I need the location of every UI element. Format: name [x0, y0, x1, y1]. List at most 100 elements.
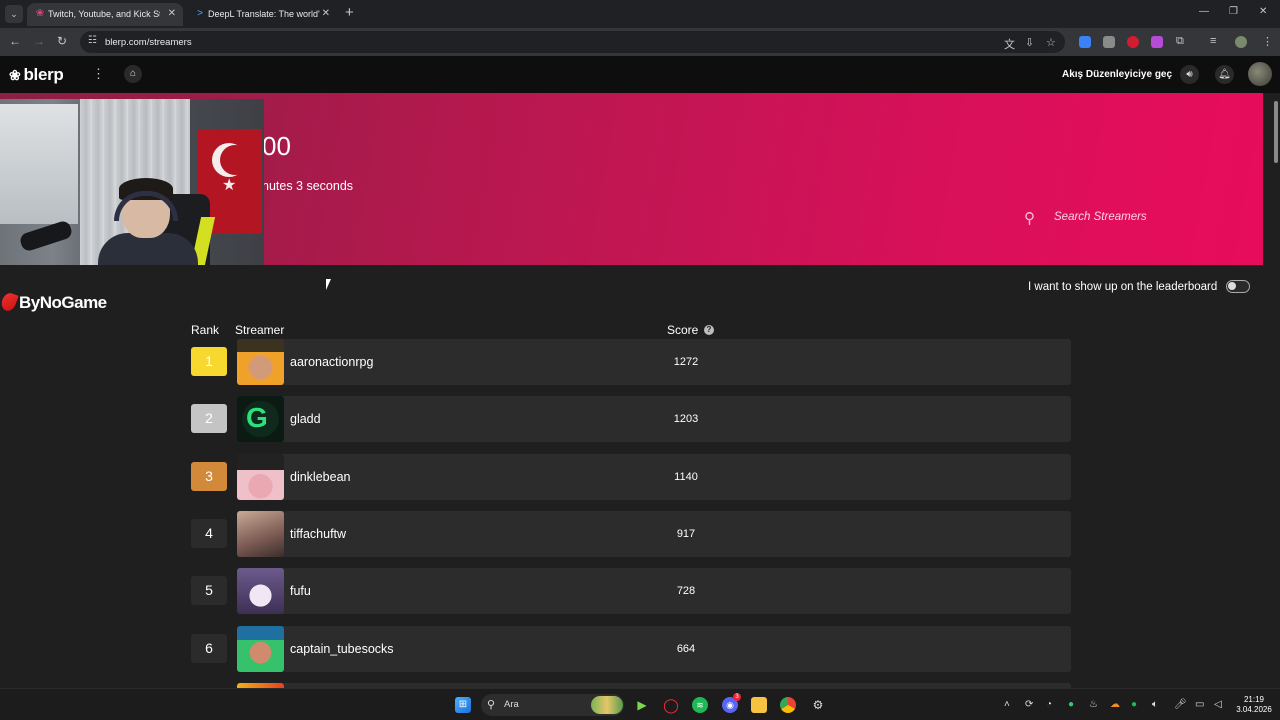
home-icon[interactable]: ⌂ [124, 65, 142, 83]
streamer-name[interactable]: fufu [290, 584, 311, 598]
score-column-header: Score [667, 323, 699, 337]
tray-overflow-icon[interactable]: ˄ [1004, 699, 1010, 710]
file-explorer-icon[interactable] [751, 697, 767, 713]
streamer-name[interactable]: gladd [290, 412, 321, 426]
rank-badge: 1 [191, 347, 227, 376]
tray-status-icon[interactable]: ● [1068, 699, 1074, 710]
score-help-icon[interactable]: ? [704, 325, 714, 335]
steam-helper-icon[interactable]: ⚙ [810, 697, 826, 713]
rank-badge: 3 [191, 462, 227, 491]
window-close-icon[interactable]: ✕ [1259, 6, 1267, 17]
more-menu-icon[interactable]: ⋮ [92, 66, 105, 82]
media-player-icon[interactable]: ▶ [634, 697, 650, 713]
tab-deepl[interactable]: > DeepL Translate: The world's most accu… [187, 3, 337, 26]
taskbar-clock[interactable]: 21:19 3.04.2026 [1232, 695, 1276, 715]
reload-icon[interactable]: ↻ [57, 34, 67, 48]
bynogame-logo: ByNoGame [0, 291, 107, 313]
streamer-score: 1203 [673, 413, 699, 425]
streamer-score: 728 [676, 585, 696, 597]
volume-tray-icon[interactable]: ◁ [1214, 699, 1222, 710]
volume-icon[interactable]: 🔊︎ [1180, 65, 1199, 84]
streamer-score: 664 [676, 643, 696, 655]
extension-3-icon[interactable] [1127, 36, 1139, 48]
bookmark-star-icon[interactable]: ☆ [1046, 36, 1056, 49]
url-text[interactable]: blerp.com/streamers [105, 37, 192, 48]
streamer-avatar [237, 454, 284, 500]
close-icon[interactable]: ✕ [168, 8, 176, 19]
rank-column-header: Rank [191, 323, 220, 337]
close-icon[interactable]: ✕ [322, 8, 330, 19]
site-info-icon[interactable]: ☷ [88, 35, 97, 46]
toggle-knob [1228, 282, 1236, 290]
maximize-icon[interactable]: ❐ [1229, 6, 1238, 17]
streamer-name[interactable]: aaronactionrpg [290, 355, 373, 369]
table-row[interactable]: 1 aaronactionrpg 1272 [191, 339, 1071, 385]
address-bar[interactable]: ☷ blerp.com/streamers 文 ⇩ ☆ [80, 31, 1065, 53]
new-tab-icon[interactable]: + [345, 4, 354, 21]
leaderboard-toggle[interactable] [1226, 280, 1250, 293]
chrome-icon[interactable] [780, 697, 796, 713]
streamer-name[interactable]: tiffachuftw [290, 527, 346, 541]
browser-toolbar: ← → ↻ ☷ blerp.com/streamers 文 ⇩ ☆ ⧉ ≡ ⋮ [0, 28, 1280, 56]
reading-list-icon[interactable]: ≡ [1210, 35, 1216, 47]
rank-badge: 6 [191, 634, 227, 663]
forward-icon[interactable]: → [33, 34, 45, 48]
browser-tab-bar: ⌄ ❀ Twitch, Youtube, and Kick Streamers … [0, 0, 1280, 28]
profile-icon[interactable] [1235, 36, 1247, 48]
clock-time: 21:19 [1243, 695, 1265, 704]
steam-icon[interactable]: ♨ [1089, 699, 1098, 710]
network-icon[interactable]: ▭ [1195, 699, 1204, 710]
tray-spotify-icon[interactable]: ● [1131, 699, 1137, 710]
page-scrollbar[interactable] [1263, 93, 1280, 688]
search-streamers-input[interactable] [1054, 211, 1234, 223]
stream-editor-link[interactable]: Akış Düzenleyiciye geç [1062, 69, 1172, 80]
tab-blerp-streamers[interactable]: ❀ Twitch, Youtube, and Kick Streamers ✕ [27, 3, 183, 26]
deepl-favicon-icon: > [197, 8, 203, 19]
streamer-avatar [237, 339, 284, 385]
back-icon[interactable]: ← [9, 34, 21, 48]
install-icon[interactable]: ⇩ [1025, 36, 1034, 49]
extension-2-icon[interactable] [1103, 36, 1115, 48]
speaker-icon[interactable]: 🔈︎ [1152, 699, 1158, 710]
table-row[interactable]: 5 fufu 728 [191, 568, 1071, 614]
extension-4-icon[interactable] [1151, 36, 1163, 48]
tab-list-icon[interactable]: ⌄ [5, 5, 23, 23]
extensions-icon[interactable]: ⧉ [1176, 35, 1184, 48]
taskbar-search[interactable]: ⚲ Ara [481, 694, 624, 716]
table-row[interactable]: 6 captain_tubesocks 664 [191, 626, 1071, 672]
streamer-name[interactable]: dinklebean [290, 470, 350, 484]
hero-amount: 00 [262, 131, 291, 161]
bynogame-mark-icon [0, 291, 19, 313]
streamer-column-header: Streamer [235, 323, 285, 337]
windows-taskbar: ⊞ ⚲ Ara ▶ ◯ ≋ ◉ 3 ⚙ ˄ ⟳ ◔ ● ♨ ☁ ● 🔈︎ 🎤︎ … [0, 688, 1280, 720]
microphone-icon[interactable]: 🎤︎ [1174, 699, 1187, 710]
streamer-avatar [237, 626, 284, 672]
user-avatar[interactable] [1248, 62, 1272, 86]
tab-title: DeepL Translate: The world's most accura… [208, 9, 320, 19]
spotify-icon[interactable]: ≋ [692, 697, 708, 713]
menu-icon[interactable]: ⋮ [1262, 35, 1273, 48]
opera-gx-icon[interactable]: ◯ [663, 697, 679, 713]
scrollbar-thumb[interactable] [1274, 101, 1278, 163]
start-icon[interactable]: ⊞ [455, 697, 471, 713]
blerp-logo[interactable]: ❀ blerp [9, 65, 64, 85]
extension-1-icon[interactable] [1079, 36, 1091, 48]
streamer-score: 917 [676, 528, 696, 540]
streamer-avatar [237, 511, 284, 557]
table-row[interactable]: 2 G gladd 1203 [191, 396, 1071, 442]
translate-icon[interactable]: 文 [1004, 36, 1015, 52]
site-header: ❀ blerp ⋮ ⌂ Akış Düzenleyiciye geç 🔊︎ 🔔︎ [0, 56, 1280, 93]
search-icon: ⚲ [1024, 210, 1035, 227]
notification-bell-icon[interactable]: 🔔︎ [1215, 65, 1234, 84]
table-row[interactable]: 4 tiffachuftw 917 [191, 511, 1071, 557]
webcam-overlay: ★ [0, 99, 264, 265]
tray-app-icon[interactable]: ◔ [1046, 699, 1052, 710]
rank-badge: 5 [191, 576, 227, 605]
minimize-icon[interactable]: — [1199, 6, 1209, 17]
table-row[interactable]: 3 dinklebean 1140 [191, 454, 1071, 500]
tab-title: Twitch, Youtube, and Kick Streamers [48, 9, 160, 19]
streamer-avatar: G [237, 396, 284, 442]
tray-sync-icon[interactable]: ⟳ [1025, 699, 1033, 710]
streamer-name[interactable]: captain_tubesocks [290, 642, 394, 656]
soundcloud-icon[interactable]: ☁ [1110, 699, 1120, 710]
